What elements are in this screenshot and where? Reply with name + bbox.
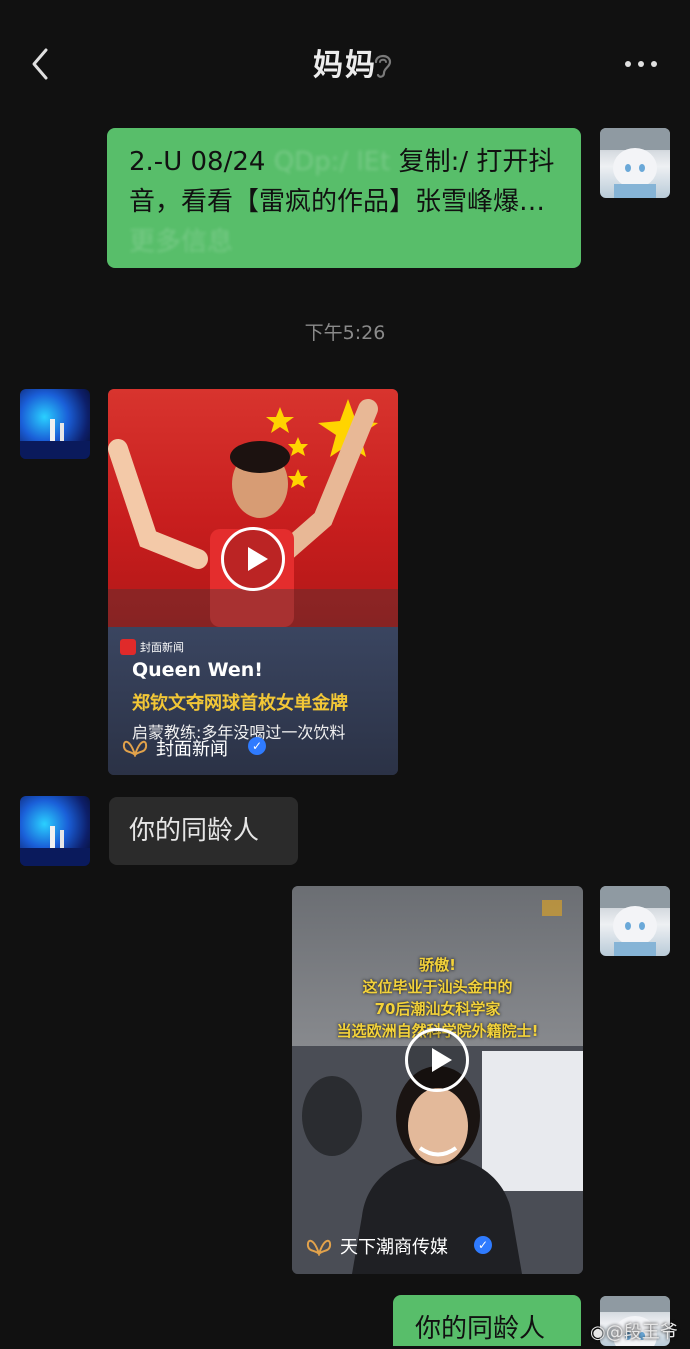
contact-avatar[interactable] [20, 389, 90, 459]
avatar-illustration [20, 826, 90, 866]
message-text: 你的同龄人 [415, 1314, 546, 1344]
chat-title: 妈妈 [313, 48, 377, 83]
weibo-icon: ◉ [590, 1322, 606, 1343]
news-logo-icon [120, 639, 136, 655]
card-subhead: 郑钦文夺网球首枚女单金牌 [132, 693, 348, 714]
avatar-illustration [600, 886, 670, 956]
card2-line-2: 这位毕业于汕头金中的 [362, 978, 513, 996]
video-thumbnail [108, 389, 398, 627]
butterfly-logo-icon [306, 1239, 332, 1256]
news-logo-label: 封面新闻 [140, 641, 184, 654]
message-bubble-text[interactable]: 你的同龄人 [109, 797, 298, 865]
card2-line-3: 70后潮汕女科学家 [374, 1000, 501, 1018]
ear-icon [374, 54, 392, 78]
chat-header: 妈妈 [0, 0, 690, 110]
play-icon[interactable] [405, 1028, 469, 1092]
avatar-illustration [600, 128, 670, 198]
watermark: ◉@段王爷 [590, 1322, 678, 1343]
play-icon[interactable] [221, 527, 285, 591]
card-caption-area: 封面新闻 Queen Wen! 郑钦文夺网球首枚女单金牌 启蒙教练:多年没喝过一… [108, 627, 398, 775]
contact-avatar[interactable] [20, 796, 90, 866]
message-text: 2.-U 08/24 QDp:/ lEt 复制:/ 打开抖音，看看【雷疯的作品】… [129, 147, 555, 257]
card-source: 天下潮商传媒 [340, 1237, 448, 1258]
card2-line-1: 骄傲! [419, 956, 456, 974]
card-headline: Queen Wen! [132, 659, 263, 681]
more-dots-icon[interactable] [622, 54, 662, 74]
card-source: 封面新闻 [156, 739, 228, 760]
self-avatar[interactable] [600, 128, 670, 198]
verified-icon: ✓ [248, 737, 266, 755]
verified-icon: ✓ [474, 1236, 492, 1254]
flag-photo [108, 399, 398, 627]
self-avatar[interactable] [600, 886, 670, 956]
avatar-illustration [20, 419, 90, 459]
butterfly-logo-icon [122, 740, 148, 757]
video-card-2[interactable]: 骄傲! 这位毕业于汕头金中的 70后潮汕女科学家 当选欧洲自然科学院外籍院士! … [292, 886, 583, 1274]
message-bubble-link[interactable]: 2.-U 08/24 QDp:/ lEt 复制:/ 打开抖音，看看【雷疯的作品】… [107, 128, 581, 268]
timestamp: 下午5:26 [304, 322, 386, 344]
video-card-1[interactable]: 封面新闻 Queen Wen! 郑钦文夺网球首枚女单金牌 启蒙教练:多年没喝过一… [108, 389, 398, 775]
message-text: 你的同龄人 [129, 816, 260, 846]
message-bubble-text[interactable]: 你的同龄人 [393, 1295, 581, 1346]
